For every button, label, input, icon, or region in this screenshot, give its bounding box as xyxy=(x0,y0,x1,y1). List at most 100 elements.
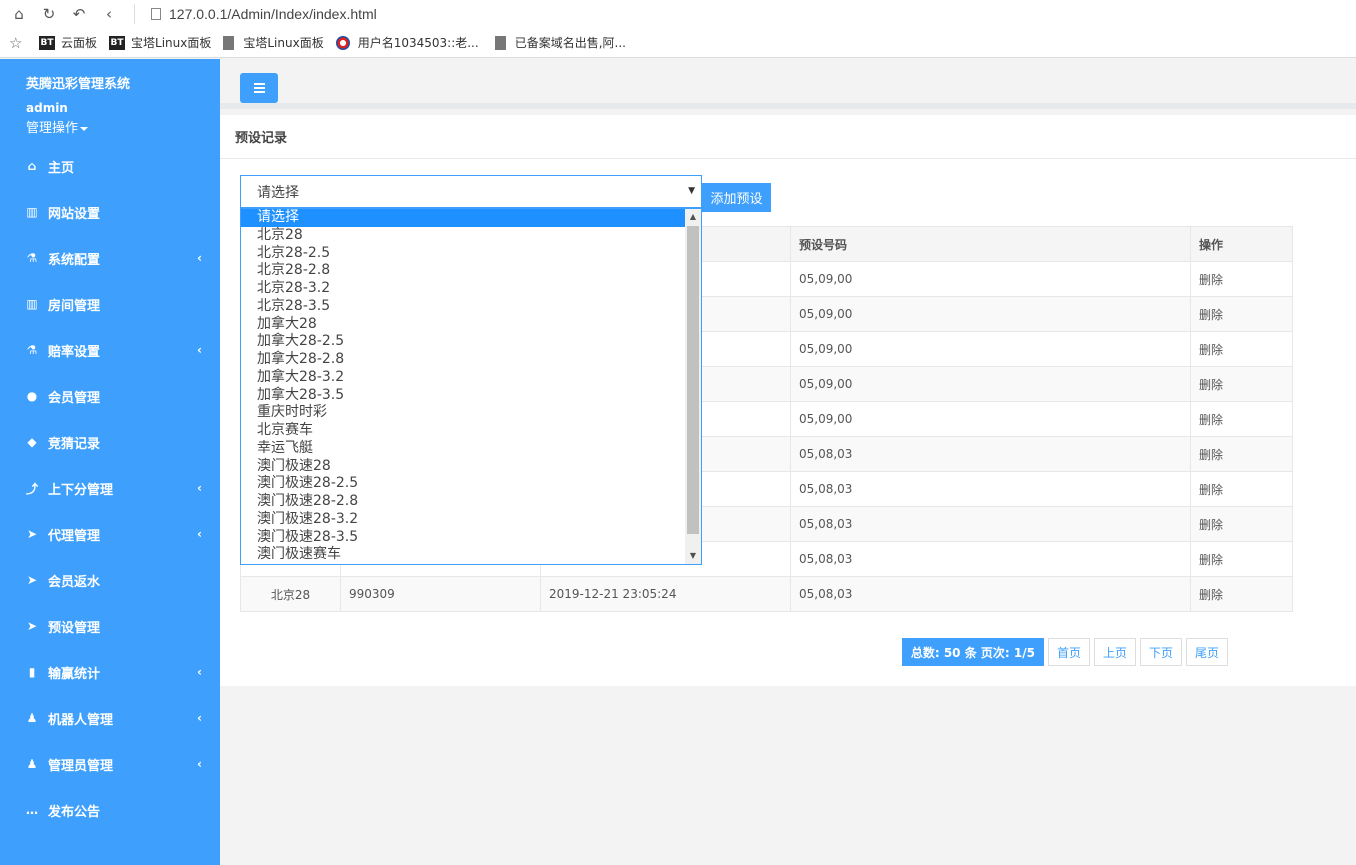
dropdown-option[interactable]: 澳门极速28-2.8 xyxy=(241,493,701,511)
column-header: 预设号码 xyxy=(790,226,1191,262)
dropdown-option[interactable]: 北京28-2.8 xyxy=(241,262,701,280)
delete-link[interactable]: 删除 xyxy=(1190,541,1293,577)
dropdown-option[interactable]: 加拿大28-3.2 xyxy=(241,369,701,387)
dropdown-option[interactable]: 澳门极速28 xyxy=(241,458,701,476)
dropdown-option[interactable]: 加拿大28-2.5 xyxy=(241,333,701,351)
sidebar-item[interactable]: ▥ 网站设置 xyxy=(0,189,220,235)
dropdown-option[interactable]: 北京28-3.5 xyxy=(241,298,701,316)
dropdown-option[interactable]: 加拿大28-2.8 xyxy=(241,351,701,369)
paper-plane-icon: ➤ xyxy=(26,573,38,587)
star-icon[interactable]: ☆ xyxy=(9,34,27,52)
delete-link[interactable]: 删除 xyxy=(1190,331,1293,367)
sidebar-item-label: 系统配置 xyxy=(48,252,101,268)
caret-down-icon xyxy=(80,126,89,131)
delete-link[interactable]: 删除 xyxy=(1190,471,1293,507)
dropdown-option[interactable]: 澳门极速赛车 xyxy=(241,546,701,564)
table-cell: 05,09,00 xyxy=(790,401,1191,437)
chevron-left-icon: ‹ xyxy=(197,757,202,771)
chevron-left-icon: ‹ xyxy=(197,251,202,265)
bookmark-item[interactable]: 已备案域名出售,阿... xyxy=(494,34,626,51)
home-icon: ⌂ xyxy=(27,159,37,173)
sidebar-item[interactable]: ▮ 输赢统计 ‹ xyxy=(0,649,220,695)
car-icon: ◆ xyxy=(27,435,37,449)
back-icon[interactable]: ‹ xyxy=(98,3,120,25)
dropdown-option[interactable]: 澳门极速28-3.5 xyxy=(241,529,701,547)
last-page-button[interactable]: 尾页 xyxy=(1185,638,1228,666)
sidebar-item[interactable]: ⚗ 赔率设置 ‹ xyxy=(0,327,220,373)
scroll-up-icon[interactable]: ▲ xyxy=(685,209,701,225)
delete-link[interactable]: 删除 xyxy=(1190,366,1293,402)
sidebar-item[interactable]: ♟ 机器人管理 ‹ xyxy=(0,695,220,741)
sidebar-item-label: 网站设置 xyxy=(48,206,101,222)
address-bar[interactable]: 127.0.0.1/Admin/Index/index.html xyxy=(169,6,377,22)
delete-link[interactable]: 删除 xyxy=(1190,576,1293,612)
table-cell: 05,09,00 xyxy=(790,261,1191,297)
reload-icon[interactable]: ↻ xyxy=(38,3,60,25)
chevron-left-icon: ‹ xyxy=(197,665,202,679)
male-icon: ♟ xyxy=(26,757,38,771)
browser-toolbar: ⌂ ↻ ↶ ‹ 127.0.0.1/Admin/Index/index.html xyxy=(0,0,1356,28)
dropdown-option[interactable]: 加拿大28-3.5 xyxy=(241,387,701,405)
dropdown-scrollbar[interactable]: ▲ ▼ xyxy=(685,209,701,564)
paper-plane-icon: ➤ xyxy=(26,619,38,633)
sidebar-item[interactable]: ⌂ 主页 xyxy=(0,143,220,189)
dropdown-option[interactable]: 请选择 xyxy=(241,209,701,227)
sidebar-item[interactable]: ➤ 会员返水 xyxy=(0,557,220,603)
delete-link[interactable]: 删除 xyxy=(1190,261,1293,297)
delete-link[interactable]: 删除 xyxy=(1190,401,1293,437)
dropdown-option[interactable]: 北京赛车 xyxy=(241,422,701,440)
bookmark-item[interactable]: BT 云面板 xyxy=(39,34,97,51)
top-bar xyxy=(220,59,1356,109)
dropdown-option[interactable]: 幸运飞艇 xyxy=(241,440,701,458)
column-header: 操作 xyxy=(1190,226,1293,262)
sidebar-item[interactable]: ● 会员管理 xyxy=(0,373,220,419)
sidebar-item[interactable]: ♟ 管理员管理 ‹ xyxy=(0,741,220,787)
columns-icon: ▥ xyxy=(26,297,38,311)
bookmark-item[interactable]: 用户名1034503::老... xyxy=(335,34,479,51)
delete-link[interactable]: 删除 xyxy=(1190,436,1293,472)
table-cell: 05,08,03 xyxy=(790,436,1191,472)
scrollbar-thumb[interactable] xyxy=(687,226,699,534)
dropdown-option[interactable]: 澳门极速28-2.5 xyxy=(241,475,701,493)
next-page-button[interactable]: 下页 xyxy=(1139,638,1182,666)
sidebar-header: 英腾迅彩管理系统 admin 管理操作 xyxy=(0,59,220,143)
bookmarks-bar: ☆ BT 云面板 BT 宝塔Linux面板 宝塔Linux面板 用户名1034503… xyxy=(0,28,1356,58)
lottery-select[interactable]: 请选择 ▼ xyxy=(240,175,702,208)
sidebar-menu: ⌂ 主页 ▥ 网站设置 ⚗ 系统配置 ‹ ▥ 房间管理 ⚗ 赔率设置 ‹ ● 会员管理 ◆ 竞猜记录 ⤴ 上下分管… xyxy=(0,143,220,833)
first-page-button[interactable]: 首页 xyxy=(1047,638,1090,666)
level-up-icon: ⤴ xyxy=(25,481,38,496)
sidebar-item[interactable]: … 发布公告 xyxy=(0,787,220,833)
delete-link[interactable]: 删除 xyxy=(1190,296,1293,332)
sidebar-item-label: 上下分管理 xyxy=(48,482,114,498)
table-cell: 05,08,03 xyxy=(790,506,1191,542)
sidebar-item-label: 房间管理 xyxy=(48,298,101,314)
dropdown-option[interactable]: 澳门极速28-3.2 xyxy=(241,511,701,529)
sidebar-item[interactable]: ⚗ 系统配置 ‹ xyxy=(0,235,220,281)
scroll-down-icon[interactable]: ▼ xyxy=(685,548,701,564)
sidebar-item[interactable]: ⤴ 上下分管理 ‹ xyxy=(0,465,220,511)
dropdown-option[interactable]: 重庆时时彩 xyxy=(241,404,701,422)
dropdown-option[interactable]: 北京28 xyxy=(241,227,701,245)
sidebar-item[interactable]: ➤ 预设管理 xyxy=(0,603,220,649)
prev-page-button[interactable]: 上页 xyxy=(1093,638,1136,666)
bookmark-item[interactable]: BT 宝塔Linux面板 xyxy=(109,34,211,51)
sidebar-item[interactable]: ➤ 代理管理 ‹ xyxy=(0,511,220,557)
add-preset-button[interactable]: 添加预设 xyxy=(702,183,771,212)
table-cell: 05,09,00 xyxy=(790,296,1191,332)
table-cell: 05,09,00 xyxy=(790,331,1191,367)
sidebar-item-label: 输赢统计 xyxy=(48,666,101,682)
delete-link[interactable]: 删除 xyxy=(1190,506,1293,542)
menu-toggle-button[interactable] xyxy=(240,73,278,103)
sidebar-item-label: 管理员管理 xyxy=(48,758,114,774)
dropdown-option[interactable]: 北京28-2.5 xyxy=(241,245,701,263)
dropdown-option[interactable]: 加拿大28 xyxy=(241,316,701,334)
undo-icon[interactable]: ↶ xyxy=(68,3,90,25)
home-icon[interactable]: ⌂ xyxy=(8,3,30,25)
table-cell: 北京28 xyxy=(240,576,341,612)
sidebar-item[interactable]: ◆ 竞猜记录 xyxy=(0,419,220,465)
sidebar-item[interactable]: ▥ 房间管理 xyxy=(0,281,220,327)
bookmark-item[interactable]: 宝塔Linux面板 xyxy=(223,34,324,51)
user-ops-menu[interactable]: 管理操作 xyxy=(26,117,220,136)
dropdown-option[interactable]: 北京28-3.2 xyxy=(241,280,701,298)
chevron-left-icon: ‹ xyxy=(197,711,202,725)
